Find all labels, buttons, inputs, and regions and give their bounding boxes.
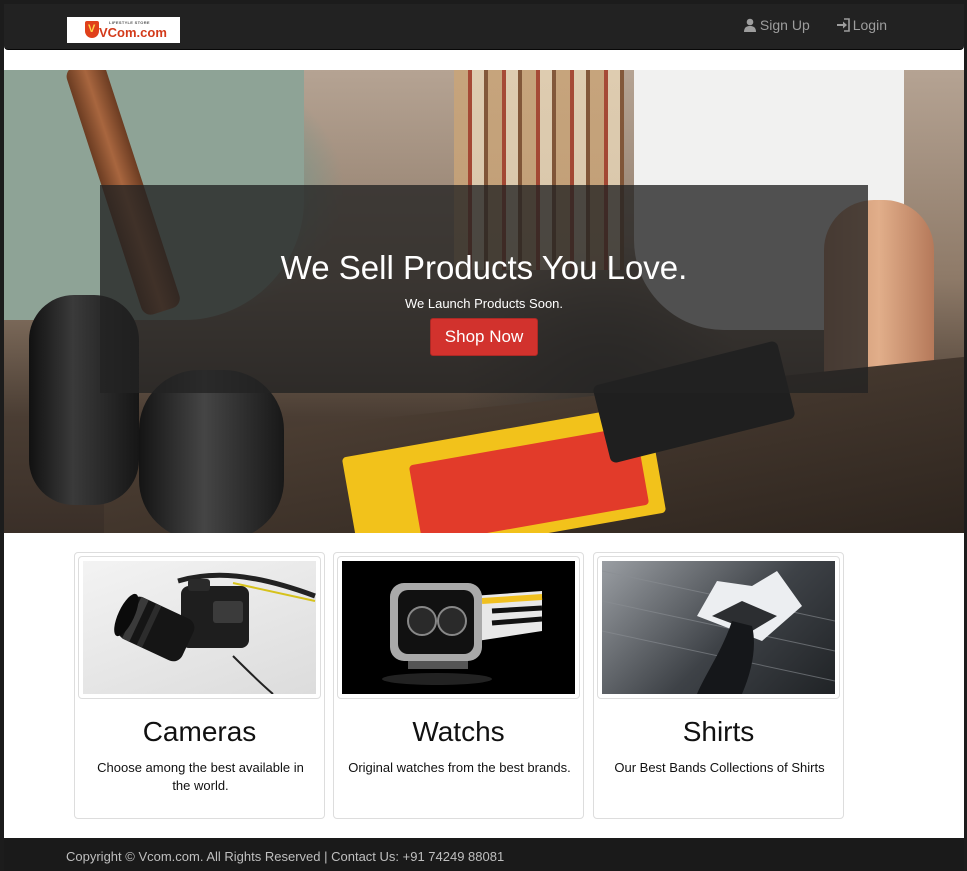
watch-image	[342, 561, 575, 694]
card-description: Original watches from the best brands.	[348, 760, 571, 775]
card-thumbnail[interactable]	[597, 556, 840, 699]
login-link[interactable]: Login	[836, 17, 887, 33]
category-card-cameras[interactable]: Cameras Choose among the best available …	[74, 552, 325, 819]
category-card-watches[interactable]: Watchs Original watches from the best br…	[333, 552, 584, 819]
hero-subtitle: We Launch Products Soon.	[404, 296, 564, 311]
card-description: Our Best Bands Collections of Shirts	[614, 760, 825, 775]
shield-logo-icon	[85, 21, 99, 38]
card-description: Choose among the best available in the w…	[97, 760, 304, 793]
card-title: Watchs	[412, 716, 505, 747]
signup-label: Sign Up	[759, 17, 810, 33]
card-title: Cameras	[142, 716, 257, 747]
hero-title: We Sell Products You Love.	[280, 249, 688, 286]
card-thumbnail[interactable]	[78, 556, 321, 699]
category-card-shirts[interactable]: Shirts Our Best Bands Collections of Shi…	[593, 552, 844, 819]
signup-link[interactable]: Sign Up	[743, 17, 810, 33]
footer-text: Copyright © Vcom.com. All Rights Reserve…	[66, 849, 505, 864]
page: LIFESTYLE STORE VCom.com Sign Up	[4, 4, 964, 871]
navbar: LIFESTYLE STORE VCom.com Sign Up	[4, 4, 964, 50]
brand-logo[interactable]: LIFESTYLE STORE VCom.com	[67, 17, 180, 43]
shirt-image	[602, 561, 835, 694]
nav-links: Sign Up Login	[743, 17, 887, 33]
hero-panel: We Sell Products You Love. We Launch Pro…	[100, 185, 868, 393]
footer: Copyright © Vcom.com. All Rights Reserve…	[4, 838, 964, 871]
login-icon	[836, 18, 850, 32]
login-label: Login	[852, 17, 887, 33]
brand-name: VCom.com	[99, 25, 167, 40]
camera-image	[83, 561, 316, 694]
shop-now-button[interactable]: Shop Now	[429, 318, 539, 356]
hero-banner: We Sell Products You Love. We Launch Pro…	[4, 70, 964, 533]
card-title: Shirts	[682, 716, 755, 747]
card-thumbnail[interactable]	[337, 556, 580, 699]
user-icon	[743, 18, 757, 32]
hero-bg-lens	[139, 370, 284, 533]
